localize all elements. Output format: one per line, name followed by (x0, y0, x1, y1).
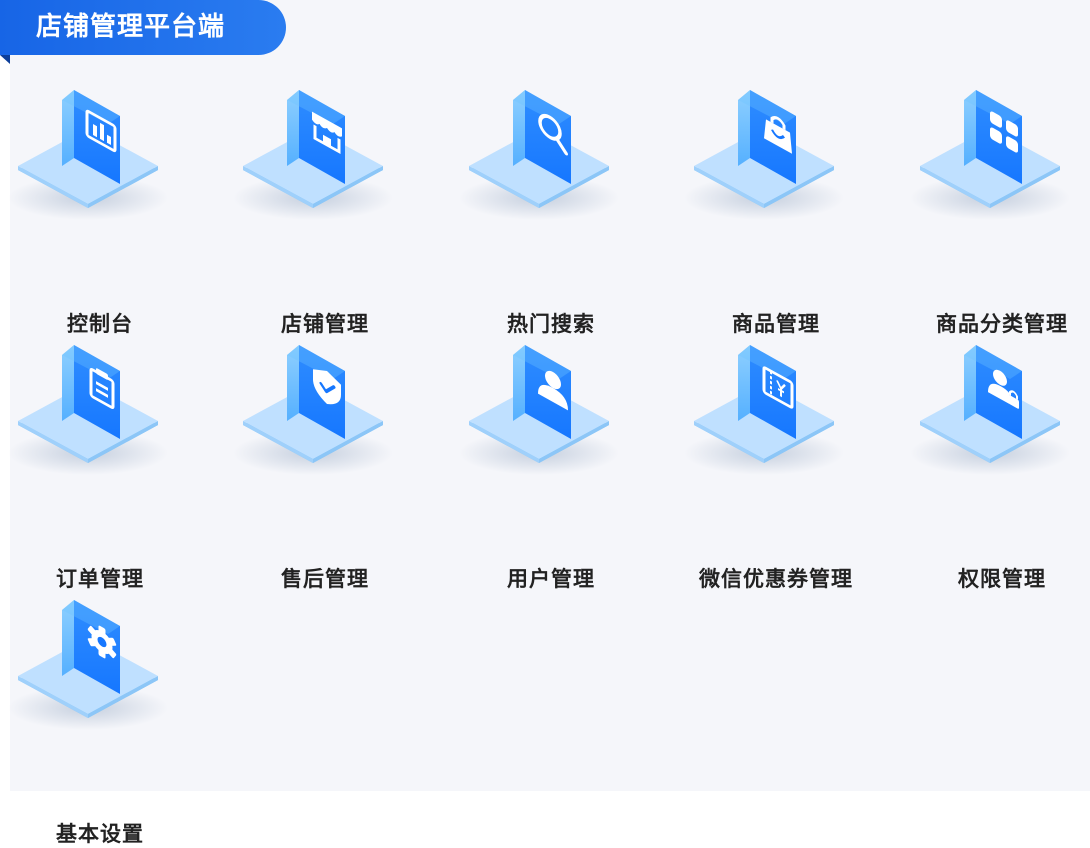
menu-item-label: 商品分类管理 (936, 312, 1068, 336)
menu-item-category-management[interactable]: 商品分类管理 (902, 80, 1090, 336)
menu-item-order-management[interactable]: 订单管理 (0, 335, 200, 591)
header-banner: 店铺管理平台端 (0, 0, 286, 55)
menu-item-label: 商品管理 (732, 312, 820, 336)
menu-item-label: 热门搜索 (507, 312, 595, 336)
menu-item-user-management[interactable]: 用户管理 (451, 335, 651, 591)
menu-item-label: 订单管理 (56, 567, 144, 591)
tile-platform (459, 345, 619, 475)
header-banner-fold (0, 55, 10, 64)
menu-item-label: 微信优惠券管理 (699, 567, 853, 591)
tile-platform (233, 345, 393, 475)
menu-item-store-management[interactable]: 店铺管理 (225, 80, 425, 336)
tile-platform (8, 600, 168, 730)
tile-platform (8, 90, 168, 220)
menu-item-label: 用户管理 (507, 567, 595, 591)
tile-platform (910, 90, 1070, 220)
menu-item-dashboard[interactable]: 控制台 (0, 80, 200, 336)
tile-platform (910, 345, 1070, 475)
tile-platform (233, 90, 393, 220)
menu-item-label: 控制台 (67, 312, 133, 336)
tile-platform (459, 90, 619, 220)
menu-item-basic-settings[interactable]: 基本设置 (0, 590, 200, 846)
menu-item-label: 店铺管理 (281, 312, 369, 336)
menu-item-wechat-coupon-management[interactable]: 微信优惠券管理 (676, 335, 876, 591)
menu-item-permission-management[interactable]: 权限管理 (902, 335, 1090, 591)
menu-item-label: 权限管理 (958, 567, 1046, 591)
menu-item-hot-search[interactable]: 热门搜索 (451, 80, 651, 336)
tile-platform (684, 90, 844, 220)
menu-item-product-management[interactable]: 商品管理 (676, 80, 876, 336)
page-title: 店铺管理平台端 (36, 12, 226, 42)
menu-item-after-sales-management[interactable]: 售后管理 (225, 335, 425, 591)
menu-item-label: 基本设置 (56, 822, 144, 846)
tile-platform (684, 345, 844, 475)
tile-platform (8, 345, 168, 475)
menu-item-label: 售后管理 (281, 567, 369, 591)
